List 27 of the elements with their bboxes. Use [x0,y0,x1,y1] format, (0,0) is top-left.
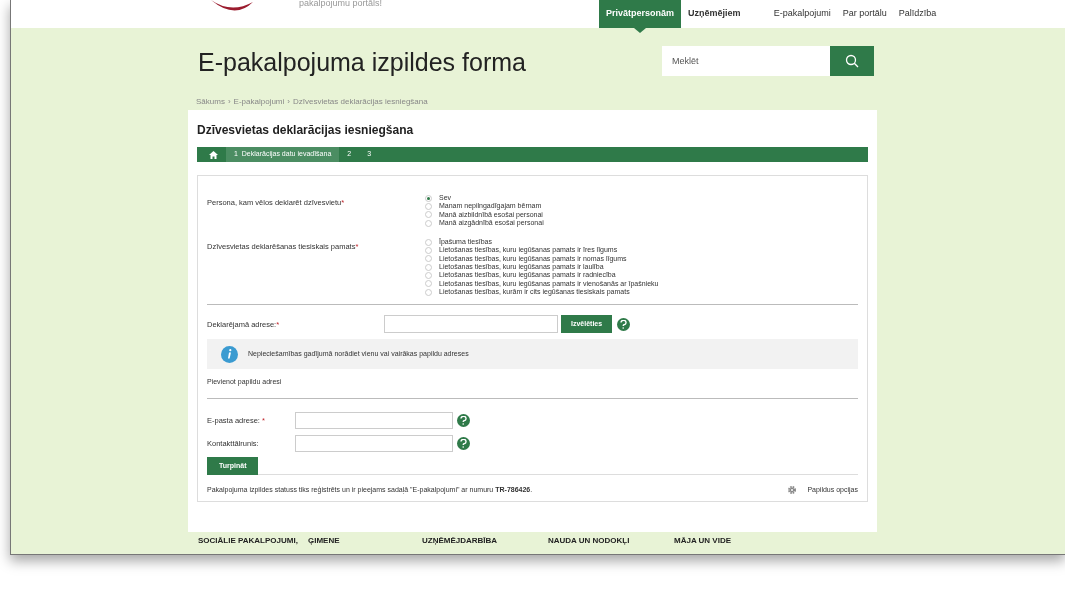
page-title: E-pakalpojuma izpildes forma [198,47,527,79]
help-icon[interactable] [617,317,631,331]
info-icon [221,345,238,363]
address-field[interactable] [384,315,558,334]
tagline: pakalpojumu portāls! [299,0,383,8]
nav-link[interactable]: E-pakalpojumi [767,0,837,28]
nav-link[interactable]: Par portālu [836,0,893,28]
nav-pointer-icon [634,28,647,33]
search-button[interactable] [830,46,874,76]
home-icon[interactable] [209,150,218,159]
nav-link[interactable]: Palīdzība [892,0,943,28]
form-title: Dzīvesvietas deklarācijas iesniegšana [197,122,415,139]
category-link[interactable]: NAUDA UN NODOKĻI [548,535,674,548]
category-link[interactable]: ĢIMENE [308,535,422,548]
breadcrumb-separator: › [287,96,290,108]
gear-icon[interactable] [787,485,798,495]
text-field[interactable] [295,434,453,452]
text-field[interactable] [295,411,453,429]
search-icon [845,54,859,68]
category-link[interactable]: SOCIĀLIE PAKALPOJUMI, [198,535,308,548]
breadcrumb-separator: › [227,96,231,108]
help-icon[interactable] [457,413,470,427]
help-icon[interactable] [457,436,470,450]
search-field[interactable]: Meklēt [662,46,830,76]
category-link[interactable]: MĀJA UN VIDE [674,535,800,548]
category-link[interactable]: UZŅĒMĒJDARBĪBA [422,535,548,548]
nav-link[interactable]: Uzņēmējiem [681,0,748,28]
